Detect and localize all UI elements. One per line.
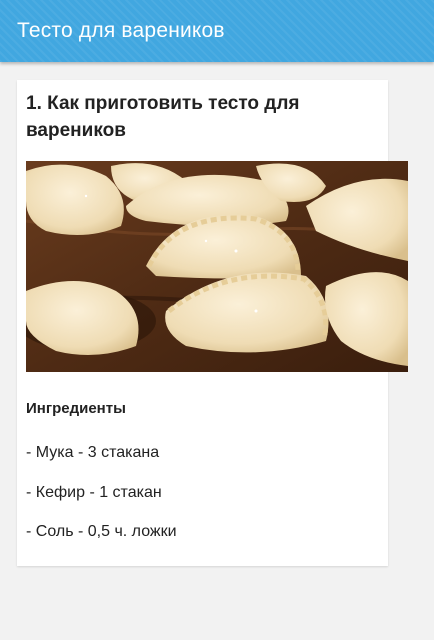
ingredients-heading: Ингредиенты bbox=[26, 400, 126, 417]
ingredient-item: - Мука - 3 стакана bbox=[26, 444, 160, 461]
dumplings-photo bbox=[26, 161, 408, 372]
app-bar: Тесто для вареников bbox=[0, 0, 434, 62]
recipe-title: 1. Как приготовить тесто для вареников bbox=[26, 93, 300, 141]
ingredient-item: - Соль - 0,5 ч. ложки bbox=[26, 523, 177, 540]
ingredient-item: - Кефир - 1 стакан bbox=[26, 484, 162, 501]
recipe-card: 1. Как приготовить тесто для вареников И… bbox=[17, 80, 408, 566]
app-title: Тесто для вареников bbox=[17, 19, 225, 42]
